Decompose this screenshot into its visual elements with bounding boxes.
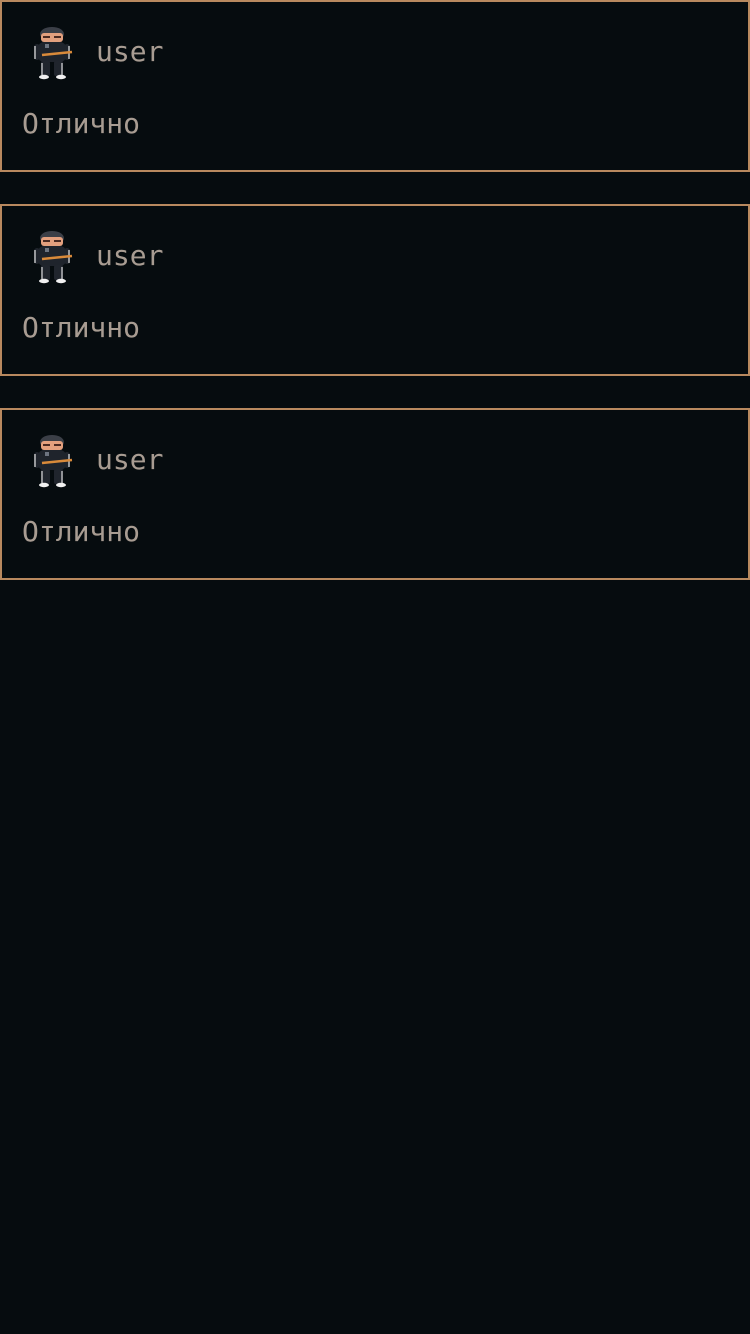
avatar-character-icon[interactable] — [24, 228, 80, 284]
author-name[interactable]: user — [96, 242, 163, 270]
message-text: Отлично — [22, 311, 141, 344]
author-name[interactable]: user — [96, 446, 163, 474]
avatar-character-icon[interactable] — [24, 24, 80, 80]
message-card[interactable]: user Отлично — [0, 408, 750, 580]
avatar-character-icon[interactable] — [24, 432, 80, 488]
message-text: Отлично — [22, 515, 141, 548]
message-header: user — [24, 228, 163, 284]
message-card[interactable]: user Отлично — [0, 0, 750, 172]
message-card[interactable]: user Отлично — [0, 204, 750, 376]
message-text: Отлично — [22, 107, 141, 140]
message-header: user — [24, 24, 163, 80]
author-name[interactable]: user — [96, 38, 163, 66]
message-header: user — [24, 432, 163, 488]
message-feed: user Отлично user Отлично user Отлично — [0, 0, 750, 1334]
